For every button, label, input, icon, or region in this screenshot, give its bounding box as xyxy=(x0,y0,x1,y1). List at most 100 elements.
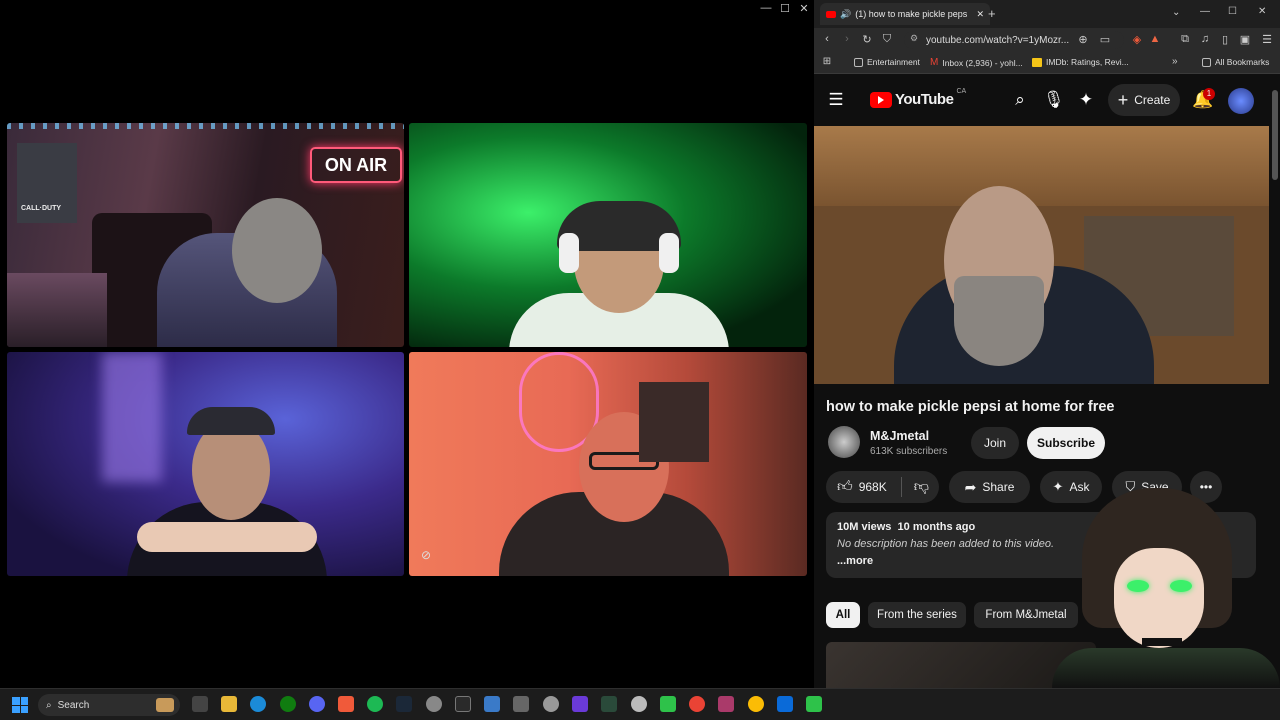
channel-avatar[interactable] xyxy=(828,426,860,458)
menu-icon[interactable]: ☰ xyxy=(1260,33,1274,46)
video-editor-icon[interactable] xyxy=(572,696,588,712)
sidebar-icon[interactable]: ▯ xyxy=(1218,33,1232,46)
close-button[interactable]: ✕ xyxy=(1258,6,1266,17)
task-view-icon[interactable] xyxy=(192,696,208,712)
participant-tile-1[interactable]: CALL·DUTY ON AIR xyxy=(7,123,404,347)
app-icon[interactable] xyxy=(426,696,442,712)
youtube-favicon-icon xyxy=(826,10,836,18)
menu-icon[interactable]: ☰ xyxy=(826,90,846,110)
site-info-icon[interactable]: ⚙ xyxy=(910,33,918,44)
ask-ai-icon[interactable]: ✦ xyxy=(1076,90,1096,110)
terminal-icon[interactable] xyxy=(601,696,617,712)
media-player-icon[interactable] xyxy=(660,696,676,712)
create-button[interactable]: + Create xyxy=(1108,84,1180,116)
avatar-eye xyxy=(1170,580,1192,592)
chrome-icon[interactable] xyxy=(689,696,705,712)
share-icon: ➦ xyxy=(964,478,977,495)
app-icon[interactable] xyxy=(777,696,793,712)
voice-search-icon[interactable]: 🎙 xyxy=(1043,90,1065,110)
file-explorer-icon[interactable] xyxy=(221,696,237,712)
taskbar-search[interactable]: ⌕ Search xyxy=(38,694,180,716)
media-player-icon[interactable] xyxy=(806,696,822,712)
search-placeholder: Search xyxy=(57,699,90,711)
steelseries-icon[interactable] xyxy=(631,696,647,712)
video-call-window: — ☐ ✕ CALL·DUTY ON AIR ⊘ xyxy=(0,0,812,688)
like-dislike-group: 👍︎ 968K 👎︎ xyxy=(826,471,939,503)
video-player[interactable] xyxy=(814,126,1269,384)
minimize-button[interactable]: — xyxy=(756,2,776,14)
xbox-icon[interactable] xyxy=(280,696,296,712)
url-text: youtube.com/watch?v=1yMozr... xyxy=(926,34,1070,46)
join-button[interactable]: Join xyxy=(971,427,1019,459)
person-head xyxy=(192,420,270,520)
new-tab-button[interactable]: + xyxy=(988,6,996,21)
youtube-play-icon xyxy=(870,91,892,108)
epic-games-icon[interactable] xyxy=(455,696,471,712)
scrollbar[interactable] xyxy=(1272,90,1278,180)
maximize-button[interactable]: ☐ xyxy=(1228,6,1237,17)
start-button[interactable] xyxy=(12,697,28,713)
close-button[interactable]: ✕ xyxy=(794,2,814,15)
zoom-icon[interactable]: ⊕ xyxy=(1076,33,1090,46)
speaker-icon[interactable]: 🔊 xyxy=(840,9,851,20)
tab-strip: 🔊 (1) how to make pickle peps ✕ + ⌄ — ☐ … xyxy=(814,0,1280,28)
all-bookmarks-label: All Bookmarks xyxy=(1215,57,1270,67)
maximize-button[interactable]: ☐ xyxy=(775,2,795,15)
participant-tile-4[interactable]: ⊘ xyxy=(409,352,807,576)
participant-tile-3[interactable] xyxy=(7,352,404,576)
bookmark-icon[interactable]: ⛉ xyxy=(880,33,894,46)
all-bookmarks[interactable]: All Bookmarks xyxy=(1202,57,1269,67)
discord-icon[interactable] xyxy=(309,696,325,712)
bookmark-item[interactable]: Entertainment xyxy=(854,57,920,67)
search-icon[interactable]: ⌕ xyxy=(1010,90,1030,110)
steam-icon[interactable] xyxy=(396,696,412,712)
subscribe-button[interactable]: Subscribe xyxy=(1027,427,1105,459)
share-button[interactable]: ➦ Share xyxy=(949,471,1030,503)
bookmark-item[interactable]: M Inbox (2,936) - yohl... xyxy=(930,57,1023,68)
brave-shield-icon[interactable]: ◈ xyxy=(1130,33,1144,46)
ceiling xyxy=(814,126,1269,206)
forward-icon[interactable]: › xyxy=(840,33,854,45)
bookmark-item[interactable]: IMDb: Ratings, Revi... xyxy=(1032,57,1129,67)
avatar[interactable] xyxy=(1228,88,1254,114)
reload-icon[interactable]: ↻ xyxy=(860,33,874,46)
dislike-button[interactable]: 👎︎ xyxy=(914,478,929,496)
chip-from-series[interactable]: From the series xyxy=(868,602,966,628)
minimize-button[interactable]: — xyxy=(1200,6,1210,17)
address-bar[interactable]: ⚙ youtube.com/watch?v=1yMozr... xyxy=(904,31,1124,49)
cast-icon[interactable]: ▭ xyxy=(1098,33,1112,46)
back-icon[interactable]: ‹ xyxy=(820,33,834,45)
notepad-icon[interactable] xyxy=(484,696,500,712)
edge-icon[interactable] xyxy=(250,696,266,712)
rewards-icon[interactable]: ▲ xyxy=(1148,33,1162,45)
tab-close-icon[interactable]: ✕ xyxy=(976,9,984,20)
purple-light xyxy=(102,352,162,482)
participant-tile-2[interactable] xyxy=(409,123,807,347)
plus-icon: + xyxy=(1117,89,1129,110)
vpn-icon[interactable] xyxy=(718,696,734,712)
youtube-header: ☰ YouTube CA ⌕ 🎙 ✦ + Create 🔔 1 xyxy=(814,74,1270,126)
tab-youtube[interactable]: 🔊 (1) how to make pickle peps ✕ xyxy=(820,3,990,25)
youtube-logo[interactable]: YouTube CA xyxy=(870,88,967,108)
settings-icon[interactable] xyxy=(543,696,559,712)
headphone xyxy=(659,233,679,273)
wallet-icon[interactable]: ▣ xyxy=(1238,33,1252,46)
media-icon[interactable]: ♫ xyxy=(1198,33,1212,45)
chip-all[interactable]: All xyxy=(826,602,860,628)
overflow-icon[interactable]: » xyxy=(1172,56,1178,67)
bookmark-label: IMDb: Ratings, Revi... xyxy=(1046,57,1129,67)
apps-icon[interactable]: ⊞ xyxy=(820,56,834,67)
upload-age: 10 months ago xyxy=(897,521,976,533)
calculator-icon[interactable] xyxy=(513,696,529,712)
spotify-icon[interactable] xyxy=(367,696,383,712)
channel-name[interactable]: M&Jmetal xyxy=(870,429,929,443)
like-button[interactable]: 👍︎ 968K xyxy=(837,478,887,496)
share-label: Share xyxy=(982,480,1015,494)
tab-title: (1) how to make pickle peps xyxy=(855,9,968,19)
region-code: CA xyxy=(956,88,967,95)
create-label: Create xyxy=(1134,93,1171,107)
chrome-canary-icon[interactable] xyxy=(748,696,764,712)
tab-search-icon[interactable]: ⌄ xyxy=(1172,7,1180,18)
brave-icon[interactable] xyxy=(338,696,354,712)
extensions-icon[interactable]: ⧉ xyxy=(1178,33,1192,46)
